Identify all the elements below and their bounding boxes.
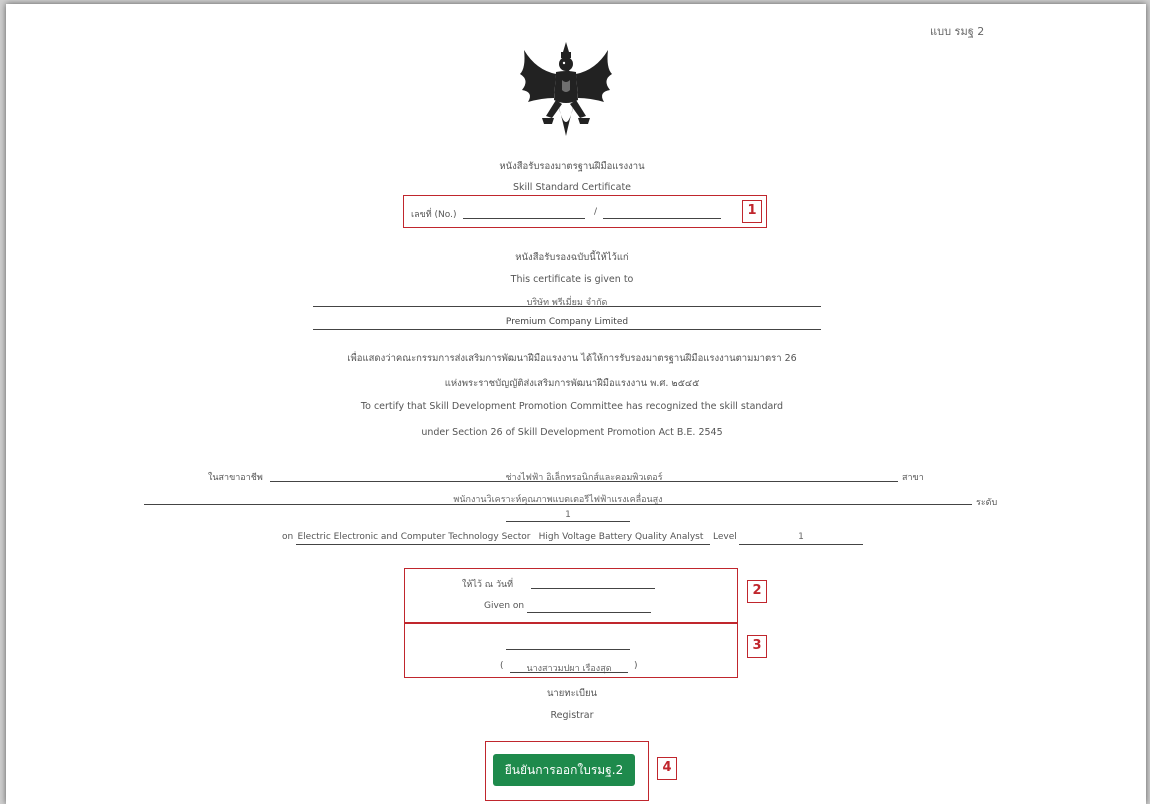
given-to-thai: หนังสือรับรองฉบับนี้ให้ไว้แก่ [515,252,629,263]
number-label: เลขที่ (No.) [411,210,457,220]
heading-english: Skill Standard Certificate [512,182,632,193]
certificate-paper: แบบ รมฐ 2 หนังสือรับรองมาตรฐานฝีมือแรงงา… [6,4,1146,804]
given-on-thai: ให้ไว้ ณ วันที่ [462,580,514,590]
number-separator: / [594,207,598,217]
branch-english-line [532,544,710,545]
signer-open-paren: ( [500,661,504,671]
company-line-2 [313,329,821,330]
annotation-badge-2: 2 [747,580,767,603]
branch-english: High Voltage Battery Quality Analyst [538,532,704,542]
registrar-thai: นายทะเบียน [546,688,598,699]
on-label: on [282,532,294,542]
annotation-badge-3: 3 [747,635,767,658]
occupation-label: ในสาขาอาชีพ [208,473,263,483]
company-name-english: Premium Company Limited [505,317,629,327]
number-field-left[interactable] [463,218,585,219]
given-on-english: Given on [484,601,525,611]
annotation-badge-4: 4 [657,757,677,780]
certify-thai-2: แห่งพระราชบัญญัติส่งเสริมการพัฒนาฝีมือแร… [444,378,700,389]
confirm-issue-button[interactable]: ยืนยันการออกใบรมฐ.2 [493,754,635,786]
occupation-line [270,481,898,482]
level-value-english: 1 [798,532,804,542]
sector-english: Electric Electronic and Computer Technol… [297,532,531,542]
given-on-field-english[interactable] [527,612,651,613]
annotation-box-2 [404,568,738,623]
signer-close-paren: ) [634,661,638,671]
company-line-1 [313,306,821,307]
level-label-english: Level [713,532,737,542]
level-value-thai: 1 [565,510,571,520]
branch-label: สาขา [902,473,924,483]
annotation-badge-1: 1 [742,200,762,223]
sector-line [296,544,532,545]
certify-thai-1: เพื่อแสดงว่าคณะกรรมการส่งเสริมการพัฒนาฝี… [347,353,797,364]
signer-name-line [510,672,628,673]
garuda-emblem-icon [516,40,616,144]
form-code: แบบ รมฐ 2 [930,25,985,38]
level-line-thai [506,521,630,522]
given-to-english: This certificate is given to [510,274,634,285]
signature-line[interactable] [506,649,630,650]
number-field-right[interactable] [603,218,721,219]
registrar-english: Registrar [550,710,594,721]
branch-line [144,504,972,505]
level-label-thai: ระดับ [976,498,998,508]
annotation-box-1 [403,195,767,228]
heading-thai: หนังสือรับรองมาตรฐานฝีมือแรงงาน [499,161,645,172]
given-on-field-thai[interactable] [531,588,655,589]
level-line-english [739,544,863,545]
certify-english-1: To certify that Skill Development Promot… [360,401,784,412]
certify-english-2: under Section 26 of Skill Development Pr… [421,427,723,438]
